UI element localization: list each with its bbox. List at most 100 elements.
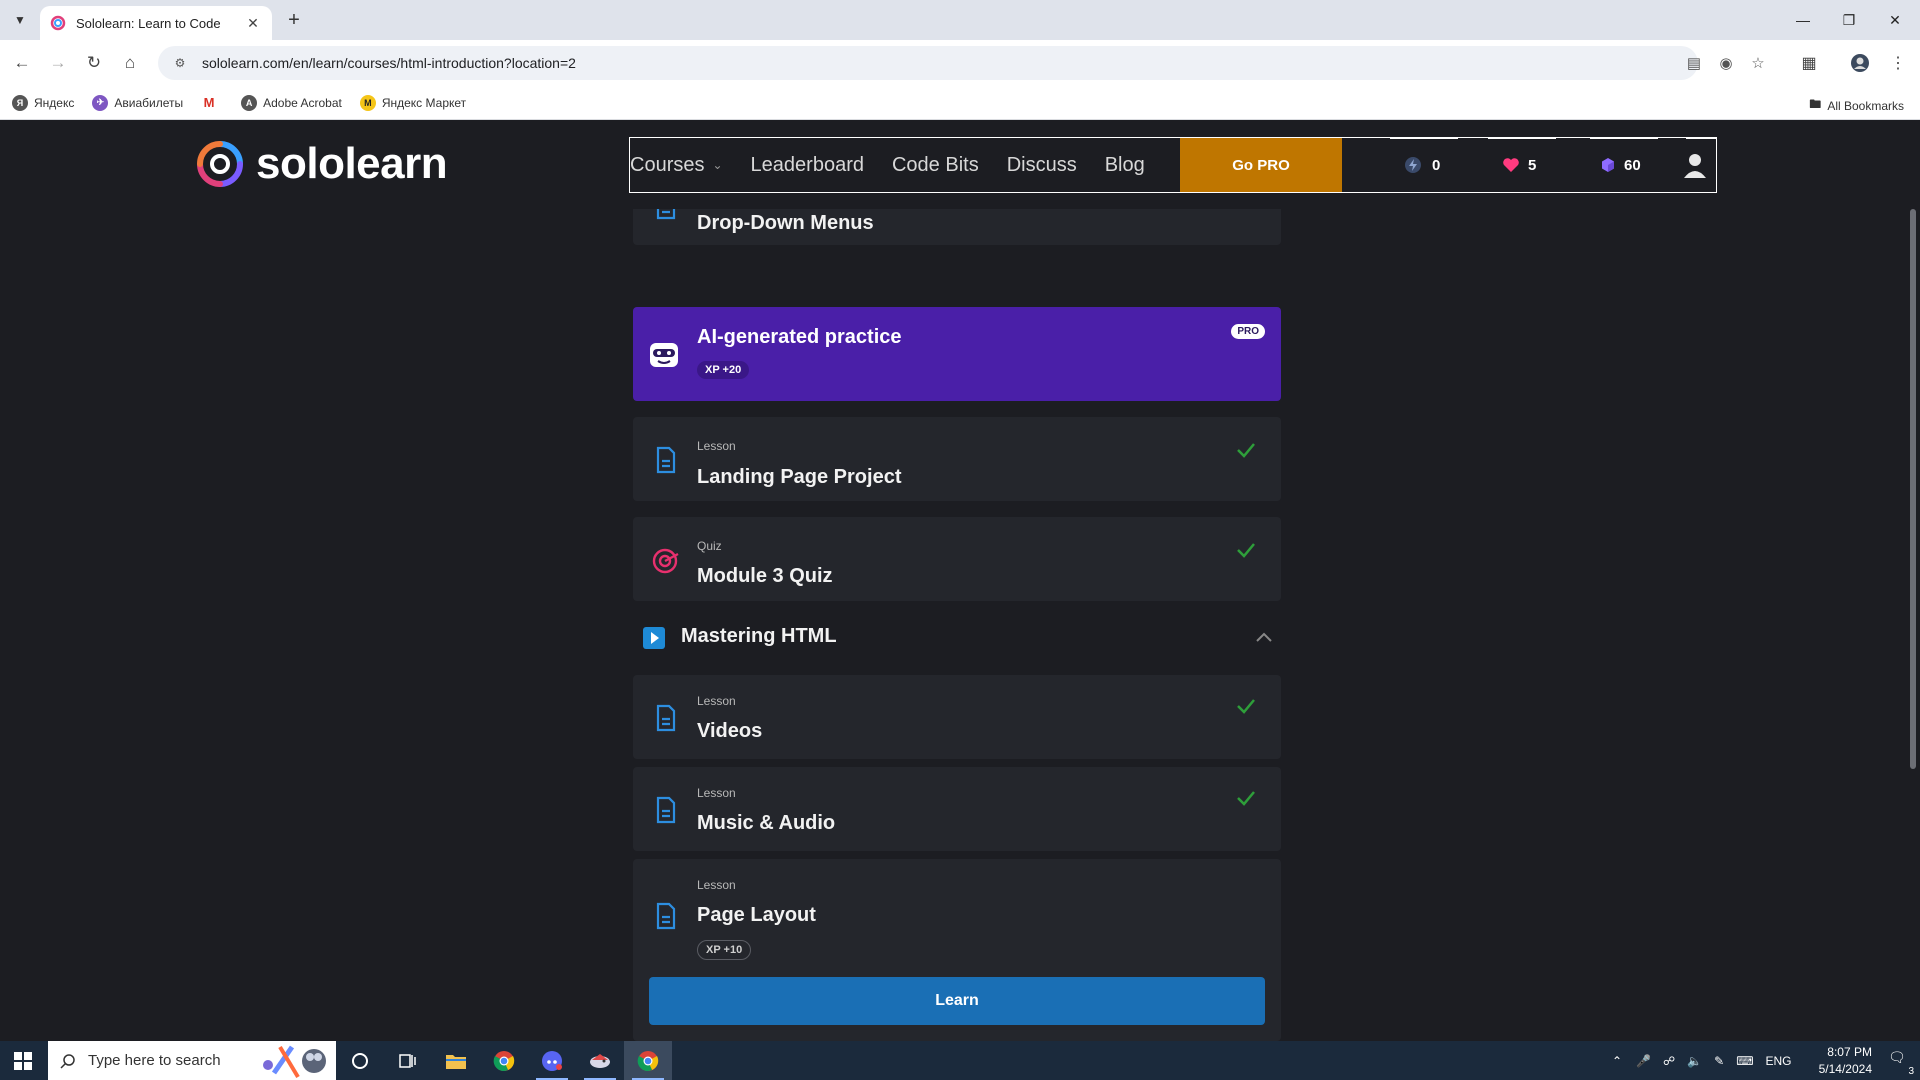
- extensions-icon[interactable]: ▦: [1795, 49, 1823, 77]
- bookmark-label: Яндекс: [34, 95, 75, 110]
- bookmark-adobe-acrobat[interactable]: A Adobe Acrobat: [241, 94, 342, 111]
- reload-icon[interactable]: ↻: [80, 49, 108, 77]
- lesson-card[interactable]: Lesson Music & Audio: [633, 767, 1281, 851]
- cortana-circle-icon: [352, 1052, 368, 1069]
- cortana-button[interactable]: [336, 1041, 384, 1080]
- task-view-button[interactable]: [384, 1041, 432, 1080]
- bookmark-gmail[interactable]: M: [201, 94, 223, 111]
- sololearn-logo-icon: [197, 141, 243, 187]
- windows-logo-icon: [14, 1051, 32, 1070]
- bookmark-aviabilety[interactable]: ✈ Авиабилеты: [92, 94, 183, 111]
- yandex-market-icon: M: [359, 94, 376, 111]
- module-section-header[interactable]: Mastering HTML: [633, 607, 1281, 667]
- tab-close-icon[interactable]: ✕: [244, 15, 262, 32]
- restore-window-icon[interactable]: ❐: [1826, 0, 1872, 40]
- lesson-card[interactable]: Lesson Videos: [633, 675, 1281, 759]
- language-indicator[interactable]: ENG: [1766, 1054, 1792, 1068]
- microphone-icon[interactable]: 🎤: [1636, 1054, 1651, 1068]
- taskbar-file-explorer[interactable]: [432, 1041, 480, 1080]
- notifications-button[interactable]: 🗨 3: [1888, 1049, 1914, 1077]
- keyboard-icon[interactable]: ⌨: [1736, 1054, 1753, 1068]
- chrome-icon: [493, 1050, 515, 1071]
- clock[interactable]: 8:07 PM 5/14/2024: [1819, 1044, 1872, 1078]
- go-pro-button[interactable]: Go PRO: [1180, 138, 1342, 192]
- taskbar-chrome[interactable]: [480, 1041, 528, 1080]
- lesson-card[interactable]: Lesson Landing Page Project: [633, 417, 1281, 501]
- streak-counter[interactable]: 0: [1404, 138, 1440, 192]
- tab-list-button[interactable]: ▼: [8, 8, 32, 32]
- address-bar[interactable]: ⚙ sololearn.com/en/learn/courses/html-in…: [158, 46, 1765, 80]
- network-icon[interactable]: ☍: [1663, 1054, 1675, 1068]
- taskbar-app-bird[interactable]: [576, 1041, 624, 1080]
- nav-code-bits[interactable]: Code Bits: [892, 154, 979, 177]
- nav-blog[interactable]: Blog: [1105, 154, 1145, 177]
- user-avatar-icon[interactable]: [1680, 150, 1710, 180]
- lesson-title: Page Layout: [697, 904, 816, 926]
- ai-practice-card[interactable]: AI-generated practice PRO XP +20: [633, 307, 1281, 401]
- bookmark-label: Яндекс Маркет: [381, 95, 467, 110]
- xp-pill: XP +10: [697, 940, 752, 960]
- volume-icon[interactable]: 🔈: [1687, 1054, 1702, 1068]
- forward-arrow-icon[interactable]: →: [44, 49, 72, 77]
- lesson-document-icon: [656, 902, 676, 930]
- profile-avatar-icon[interactable]: [1846, 49, 1874, 77]
- tracking-protection-icon[interactable]: ◉: [1712, 46, 1740, 80]
- nav-leaderboard[interactable]: Leaderboard: [751, 154, 864, 177]
- taskbar-search[interactable]: Type here to search: [48, 1041, 336, 1080]
- sololearn-logo[interactable]: sololearn: [196, 139, 448, 189]
- xp-pill: XP +20: [697, 361, 750, 379]
- check-icon: [1237, 443, 1255, 458]
- page-scrollbar[interactable]: [1910, 209, 1916, 769]
- nav-courses[interactable]: Courses ⌄: [630, 154, 723, 177]
- search-highlight-icon: [263, 1045, 326, 1079]
- lesson-document-icon: [656, 446, 676, 474]
- lightning-icon: [1405, 157, 1421, 173]
- show-hidden-icons-chevron-icon[interactable]: ⌃: [1612, 1054, 1622, 1068]
- learn-button[interactable]: Learn: [649, 977, 1265, 1025]
- bookmarks-bar: Я Яндекс ✈ Авиабилеты M A Adobe Acrobat …: [0, 86, 1920, 120]
- close-window-icon[interactable]: ✕: [1872, 0, 1918, 40]
- bookmark-yandex[interactable]: Я Яндекс: [12, 94, 75, 111]
- clock-date: 5/14/2024: [1818, 1062, 1872, 1076]
- adobe-acrobat-icon: A: [241, 94, 258, 111]
- windows-taskbar: Type here to search ⌃ 🎤 ☍ 🔈 ✎ ⌨ ENG 8:07…: [0, 1041, 1920, 1080]
- taskbar-chrome-active[interactable]: [624, 1041, 672, 1080]
- browser-menu-icon[interactable]: ⋮: [1884, 49, 1912, 77]
- lesson-title: Landing Page Project: [697, 466, 902, 488]
- browser-tab-active[interactable]: Sololearn: Learn to Code ✕: [40, 6, 272, 40]
- lesson-title: Drop-Down Menus: [697, 212, 874, 234]
- lesson-kind: Lesson: [697, 786, 736, 800]
- chevron-down-icon: ⌄: [712, 158, 723, 172]
- folder-icon: [446, 1054, 466, 1069]
- chrome-icon: [637, 1050, 659, 1071]
- pen-icon[interactable]: ✎: [1714, 1054, 1724, 1068]
- lesson-title: Videos: [697, 720, 763, 742]
- back-arrow-icon[interactable]: ←: [8, 49, 36, 77]
- ai-robot-icon: [650, 343, 678, 367]
- minimize-window-icon[interactable]: —: [1780, 0, 1826, 40]
- site-info-icon[interactable]: ⚙: [172, 55, 188, 71]
- hearts-counter[interactable]: 5: [1502, 138, 1536, 192]
- taskbar-discord[interactable]: [528, 1041, 576, 1080]
- chevron-up-icon[interactable]: [1255, 631, 1273, 643]
- quiz-card[interactable]: Quiz Module 3 Quiz: [633, 517, 1281, 601]
- heart-icon: [1503, 158, 1519, 172]
- nav-discuss[interactable]: Discuss: [1007, 154, 1077, 177]
- translate-icon[interactable]: ▤: [1680, 46, 1708, 80]
- bookmark-yandex-market[interactable]: M Яндекс Маркет: [359, 94, 467, 111]
- folder-icon: 🖿: [1809, 97, 1822, 111]
- hearts-value: 5: [1528, 156, 1537, 174]
- current-lesson-card[interactable]: Lesson Page Layout XP +10 Learn: [633, 859, 1281, 1041]
- bookmark-star-icon[interactable]: ☆: [1744, 46, 1772, 80]
- home-icon[interactable]: ⌂: [116, 49, 144, 77]
- windows-start-button[interactable]: [0, 1041, 46, 1080]
- pro-badge: PRO: [1231, 324, 1265, 339]
- new-tab-button[interactable]: +: [282, 8, 306, 32]
- bits-counter[interactable]: 60: [1600, 138, 1641, 192]
- lesson-kind: Lesson: [697, 439, 736, 453]
- check-icon: [1237, 543, 1255, 558]
- notification-count: 3: [1908, 1066, 1914, 1077]
- all-bookmarks[interactable]: 🖿 All Bookmarks: [1809, 95, 1904, 116]
- yandex-icon: Я: [12, 94, 28, 111]
- task-view-icon: [399, 1053, 416, 1068]
